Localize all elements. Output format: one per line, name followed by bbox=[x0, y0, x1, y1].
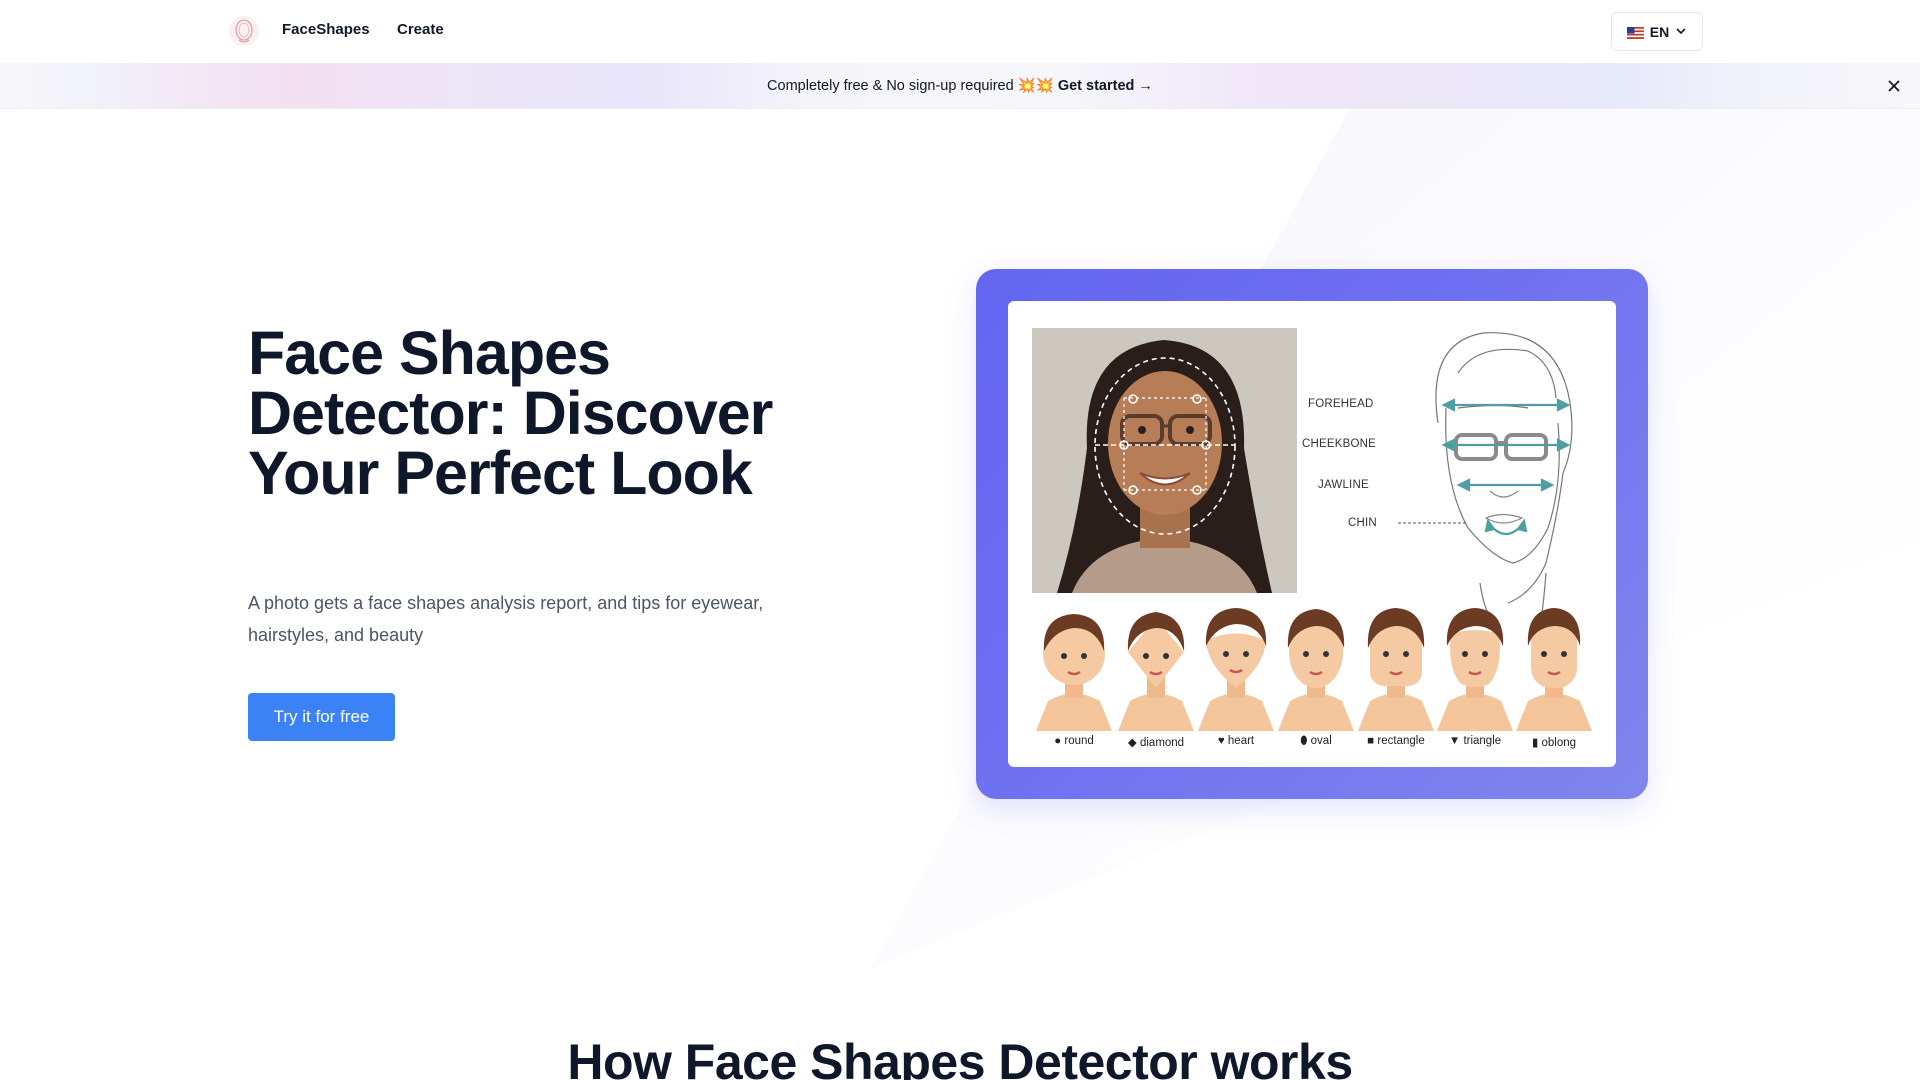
face-shape-heart: ♥ heart bbox=[1198, 606, 1274, 756]
face-shape-label: ■ rectangle bbox=[1358, 735, 1434, 747]
top-navigation: FaceShapes Create EN bbox=[0, 0, 1920, 63]
diamond-icon: ◆ bbox=[1127, 737, 1137, 749]
face-logo-icon[interactable] bbox=[228, 15, 260, 47]
close-icon[interactable] bbox=[1885, 77, 1903, 95]
face-shape-triangle: ▼ triangle bbox=[1437, 606, 1513, 756]
face-shape-oval: ⬮ oval bbox=[1278, 606, 1354, 756]
jawline-label: JAWLINE bbox=[1318, 479, 1369, 491]
shape-name-rectangle: rectangle bbox=[1377, 735, 1425, 747]
face-shape-label: ♥ heart bbox=[1198, 735, 1274, 747]
shape-name-diamond: diamond bbox=[1139, 737, 1185, 749]
oval-icon: ⬮ bbox=[1300, 735, 1308, 747]
hero-title: Face Shapes Detector: Discover Your Perf… bbox=[248, 319, 773, 507]
illustration-panel: FOREHEAD CHEEKBONE JAWLINE CHIN ● round bbox=[1008, 301, 1616, 767]
hero-subtitle: A photo gets a face shapes analysis repo… bbox=[248, 593, 764, 645]
rectangle-icon: ■ bbox=[1367, 735, 1375, 747]
shape-name-oval: oval bbox=[1310, 735, 1332, 747]
banner-text: Completely free & No sign-up required 💥💥 bbox=[767, 78, 1054, 94]
circle-icon: ● bbox=[1054, 735, 1062, 747]
face-measurement-diagram: FOREHEAD CHEEKBONE JAWLINE CHIN bbox=[1302, 313, 1608, 614]
heart-icon: ♥ bbox=[1217, 735, 1225, 747]
oblong-icon: ▮ bbox=[1531, 737, 1539, 749]
cheekbone-label: CHEEKBONE bbox=[1302, 438, 1377, 450]
shape-name-heart: heart bbox=[1227, 735, 1255, 747]
announcement-banner: Completely free & No sign-up required 💥💥… bbox=[0, 63, 1920, 109]
face-shape-label: ● round bbox=[1036, 735, 1112, 747]
triangle-icon: ▼ bbox=[1448, 735, 1461, 747]
banner-message: Completely free & No sign-up required 💥💥… bbox=[0, 77, 1920, 94]
language-label: EN bbox=[1649, 23, 1670, 40]
us-flag-icon bbox=[1626, 26, 1644, 39]
woman-portrait-image bbox=[1032, 328, 1297, 593]
face-shape-label: ⬮ oval bbox=[1278, 735, 1354, 748]
nav-create-link[interactable]: Create bbox=[397, 21, 444, 38]
forehead-label: FOREHEAD bbox=[1308, 398, 1374, 410]
shape-name-oblong: oblong bbox=[1541, 737, 1577, 749]
chin-label: CHIN bbox=[1348, 517, 1377, 529]
try-free-button[interactable]: Try it for free bbox=[248, 693, 395, 741]
language-selector[interactable]: EN bbox=[1611, 12, 1703, 51]
shape-name-round: round bbox=[1064, 735, 1094, 747]
shape-name-triangle: triangle bbox=[1463, 735, 1502, 747]
face-shapes-row: ● round ◆ diamond ♥ heart ⬮ oval ■ recta… bbox=[1036, 606, 1596, 756]
face-shape-label: ▮ oblong bbox=[1516, 735, 1592, 749]
face-shape-round: ● round bbox=[1036, 606, 1112, 756]
face-shape-oblong: ▮ oblong bbox=[1516, 606, 1592, 756]
face-shape-label: ▼ triangle bbox=[1437, 735, 1513, 747]
brand-link[interactable]: FaceShapes bbox=[282, 21, 370, 38]
face-shape-diamond: ◆ diamond bbox=[1118, 606, 1194, 756]
face-shape-label: ◆ diamond bbox=[1118, 735, 1194, 749]
chevron-down-icon bbox=[1675, 24, 1687, 40]
how-it-works-title: How Face Shapes Detector works bbox=[567, 1034, 1353, 1080]
hero-illustration-card: FOREHEAD CHEEKBONE JAWLINE CHIN ● round bbox=[976, 269, 1648, 799]
face-shape-rectangle: ■ rectangle bbox=[1358, 606, 1434, 756]
get-started-link[interactable]: Get started → bbox=[1058, 78, 1153, 94]
